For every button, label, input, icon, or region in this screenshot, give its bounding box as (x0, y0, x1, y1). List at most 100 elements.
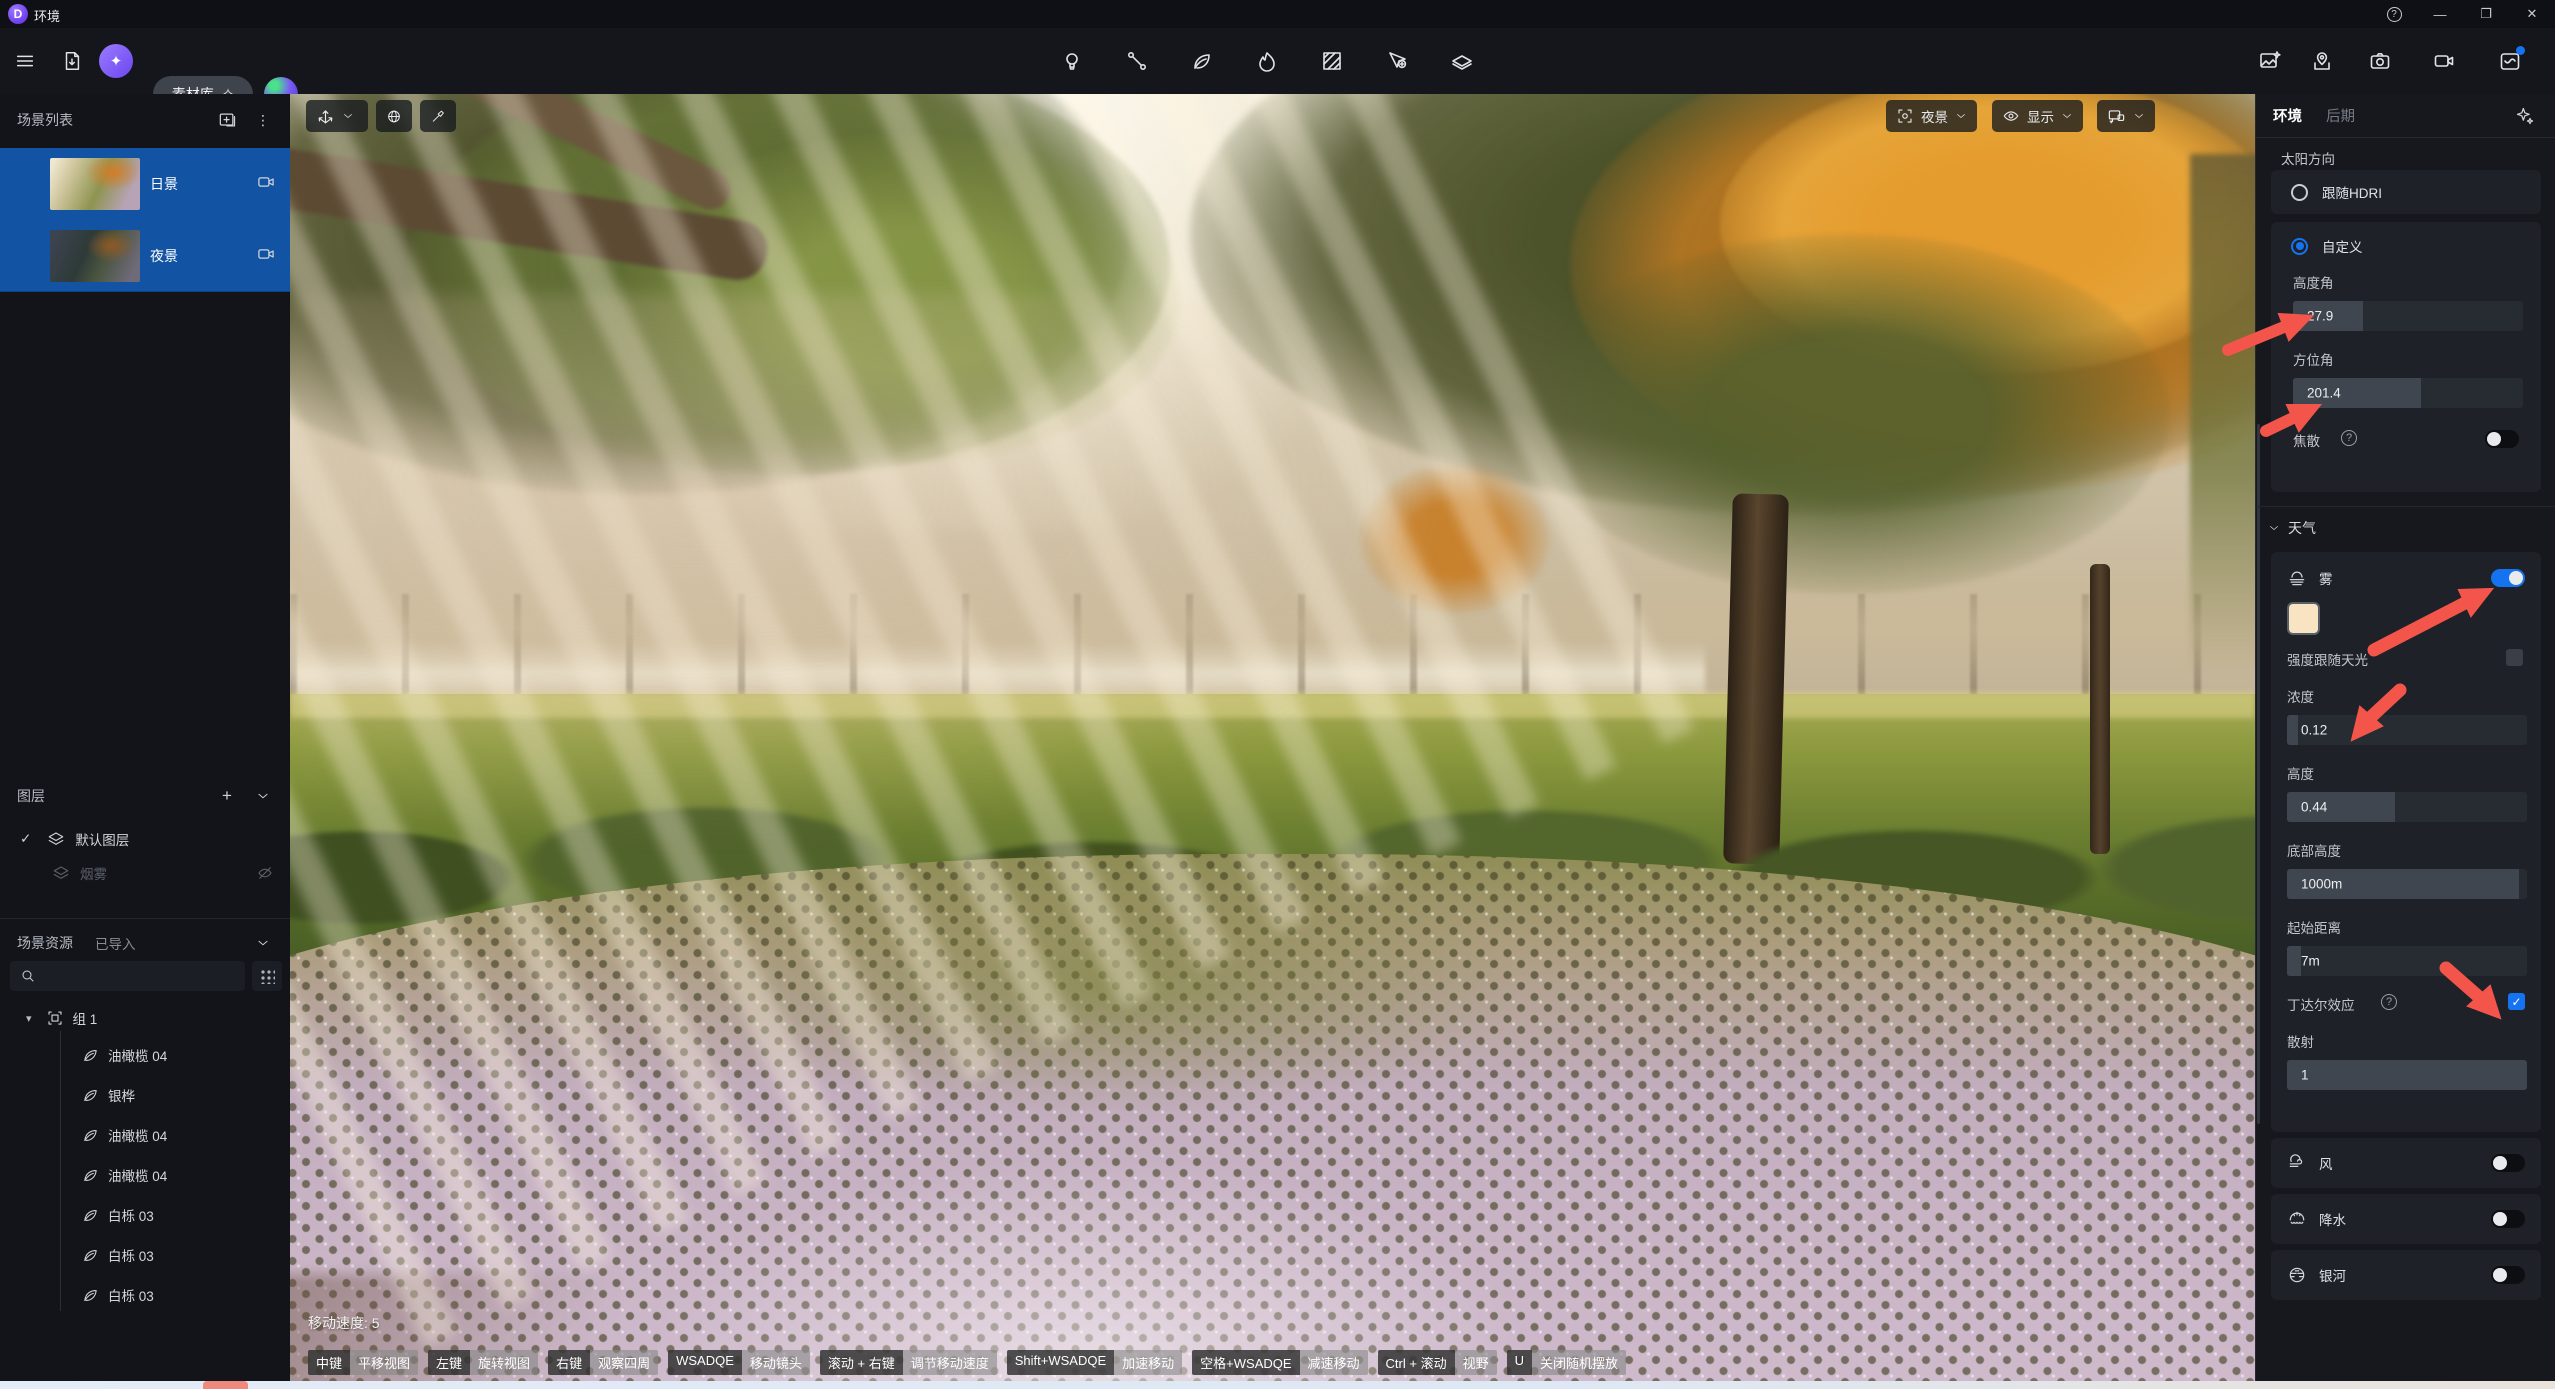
window-title: 环境 (34, 6, 60, 25)
ai-image-icon[interactable] (2257, 48, 2283, 74)
tree-item[interactable]: 油橄榄 04 (0, 1035, 290, 1075)
tree-item[interactable]: 白栎 03 (0, 1235, 290, 1275)
leaf-icon (82, 1167, 99, 1184)
resources-title: 场景资源 (17, 933, 73, 953)
add-scene-icon[interactable] (216, 109, 238, 131)
shortcut-chip: WSADQE移动镜头 (668, 1350, 810, 1375)
tree-item[interactable]: 油橄榄 04 (0, 1115, 290, 1155)
viewport-scene[interactable]: 夜景 显示 移动速度: 5 中键平移视图 左键旋转视图 右键观察四周 WSADQ… (290, 94, 2255, 1389)
help-icon[interactable]: ? (2341, 430, 2357, 446)
vegetation-tool-icon[interactable] (1189, 48, 1215, 74)
leaf-icon (82, 1207, 99, 1224)
tab-post[interactable]: 后期 (2326, 105, 2355, 126)
custom-option[interactable]: 自定义 (2271, 222, 2541, 256)
layer-row-default[interactable]: ✓ 默认图层 (0, 822, 290, 856)
shortcut-chip: 右键观察四周 (548, 1350, 658, 1375)
taskbar-app-indicator (203, 1381, 248, 1389)
caustics-toggle[interactable] (2485, 430, 2519, 448)
menu-icon[interactable] (12, 48, 38, 74)
fog-color-swatch[interactable] (2287, 602, 2320, 635)
rain-card[interactable]: 降水 (2271, 1194, 2541, 1244)
scatter-slider[interactable]: 1 (2287, 1060, 2527, 1090)
ai-assistant-icon[interactable]: ✦ (99, 44, 133, 78)
leaf-icon (82, 1087, 99, 1104)
scene-list-menu-icon[interactable]: ⋮ (252, 109, 274, 131)
bottom-height-slider[interactable]: 1000m (2287, 869, 2527, 899)
slider-fill (2287, 715, 2298, 745)
tree-item[interactable]: 油橄榄 04 (0, 1155, 290, 1195)
tab-environment[interactable]: 环境 (2273, 105, 2302, 126)
grid-view-button[interactable] (252, 961, 282, 991)
screenshot-icon[interactable] (2367, 48, 2393, 74)
search-input[interactable] (10, 961, 245, 991)
scene-selector-label: 夜景 (1921, 106, 1948, 126)
gizmo-mode-button[interactable] (306, 100, 368, 132)
help-button[interactable]: ? (2371, 0, 2417, 28)
sun-direction-label: 太阳方向 (2281, 148, 2335, 168)
video-record-icon[interactable] (2431, 48, 2457, 74)
imported-label[interactable]: 已导入 (95, 933, 136, 953)
brush-button[interactable] (420, 100, 456, 132)
scene-camera-selector[interactable]: 夜景 (1886, 100, 1977, 132)
scene-item-night[interactable]: 夜景 (0, 220, 290, 292)
display-mode-button[interactable] (2097, 100, 2155, 132)
fire-tool-icon[interactable] (1254, 48, 1280, 74)
caret-down-icon[interactable]: ▾ (26, 1012, 32, 1025)
tree-item[interactable]: 白栎 03 (0, 1275, 290, 1315)
galaxy-toggle[interactable] (2491, 1266, 2525, 1284)
main-toolbar: ✦ 素材库 ✧ (0, 28, 2555, 94)
intensity-follow-checkbox[interactable] (2506, 649, 2523, 666)
altitude-slider[interactable]: 27.9 (2293, 301, 2523, 331)
shortcut-chip: Ctrl + 滚动视野 (1378, 1350, 1497, 1375)
ai-sparkle-icon[interactable] (2515, 106, 2535, 126)
title-bar: D 环境 ? — ❐ ✕ (0, 0, 2555, 28)
scene-list-title: 场景列表 (17, 110, 73, 130)
weather-section-header[interactable]: 天气 (2268, 518, 2316, 538)
layers-collapse-icon[interactable] (252, 785, 274, 807)
density-slider[interactable]: 0.12 (2287, 715, 2527, 745)
scene-camera-icon[interactable] (256, 244, 276, 269)
radio-unselected-icon[interactable] (2291, 184, 2308, 201)
height-slider[interactable]: 0.44 (2287, 792, 2527, 822)
maximize-button[interactable]: ❐ (2463, 0, 2509, 28)
os-taskbar-strip (0, 1381, 2555, 1389)
light-tool-icon[interactable] (1059, 48, 1085, 74)
fog-label: 雾 (2319, 568, 2333, 588)
check-icon: ✓ (20, 831, 31, 847)
minimize-button[interactable]: — (2417, 0, 2463, 28)
tyndall-checkbox[interactable]: ✓ (2508, 993, 2525, 1010)
azimuth-slider[interactable]: 201.4 (2293, 378, 2523, 408)
panel-scrollbar[interactable] (2257, 424, 2260, 1124)
asset-stack-icon[interactable] (1449, 48, 1475, 74)
rain-toggle[interactable] (2491, 1210, 2525, 1228)
close-button[interactable]: ✕ (2509, 0, 2555, 28)
radio-selected-icon[interactable] (2291, 238, 2308, 255)
wind-card[interactable]: 风 (2271, 1138, 2541, 1188)
scene-item-day[interactable]: 日景 (0, 148, 290, 220)
search-icon (20, 968, 36, 984)
fog-toggle[interactable] (2491, 569, 2525, 587)
rain-icon (2287, 1209, 2307, 1229)
follow-hdri-option[interactable]: 跟随HDRI (2271, 170, 2541, 214)
render-queue-icon[interactable] (2497, 48, 2523, 74)
help-icon[interactable]: ? (2381, 994, 2397, 1010)
tree-item[interactable]: 银桦 (0, 1075, 290, 1115)
wind-toggle[interactable] (2491, 1154, 2525, 1172)
path-tool-icon[interactable] (1124, 48, 1150, 74)
scene-camera-icon[interactable] (256, 172, 276, 197)
layer-row-smoke[interactable]: 烟雾 (0, 856, 290, 890)
pick-place-icon[interactable] (1384, 48, 1410, 74)
material-tool-icon[interactable] (1319, 48, 1345, 74)
import-model-icon[interactable] (59, 48, 85, 74)
galaxy-card[interactable]: 银河 (2271, 1250, 2541, 1300)
tree-group-row[interactable]: ▾ 组 1 (0, 1001, 290, 1035)
globe-button[interactable] (376, 100, 412, 132)
tree-item[interactable]: 白栎 03 (0, 1195, 290, 1235)
geo-location-icon[interactable] (2309, 48, 2335, 74)
start-distance-slider[interactable]: 7m (2287, 946, 2527, 976)
resources-collapse-icon[interactable] (252, 932, 274, 954)
display-options-button[interactable]: 显示 (1992, 100, 2083, 132)
add-layer-icon[interactable]: + (216, 785, 238, 807)
eye-off-icon[interactable] (256, 864, 274, 882)
tree-item-label: 银桦 (108, 1085, 135, 1105)
